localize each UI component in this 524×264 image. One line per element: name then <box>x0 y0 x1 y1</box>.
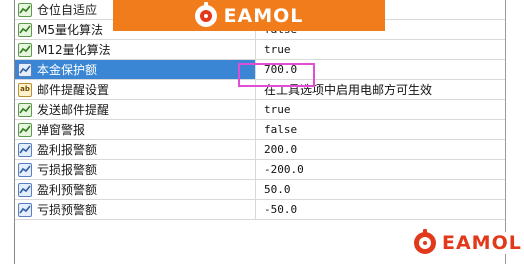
grid-right-border <box>505 0 506 264</box>
parameter-value-cell[interactable]: 50.0 <box>256 180 505 199</box>
parameter-name-label: 发送邮件提醒 <box>37 103 110 117</box>
parameter-row[interactable]: 盈利报警额 200.0 <box>15 140 505 160</box>
parameters-grid: 仓位自适应M5量化算法falseM12量化算法true本金保护额700.0ab邮… <box>15 0 505 220</box>
parameter-value-cell[interactable]: 200.0 <box>256 140 505 159</box>
parameter-name-cell[interactable]: M12量化算法 <box>15 40 256 59</box>
parameter-name-label: M5量化算法 <box>37 23 103 37</box>
parameter-name-cell[interactable]: 发送邮件提醒 <box>15 100 256 119</box>
bool-parameter-icon <box>18 42 32 57</box>
eamol-logo-icon <box>194 1 217 27</box>
highlight-annotation-box <box>238 63 315 87</box>
text-parameter-icon: ab <box>18 82 32 97</box>
bool-parameter-icon <box>18 22 32 37</box>
parameter-row[interactable]: 盈利预警额 50.0 <box>15 180 505 200</box>
parameter-value-cell[interactable]: false <box>256 120 505 139</box>
parameter-name-label: 本金保护额 <box>37 63 98 77</box>
parameter-value-cell[interactable]: -200.0 <box>256 160 505 179</box>
brand-banner: EAMOL <box>113 0 385 31</box>
parameter-value-cell[interactable]: true <box>256 100 505 119</box>
parameter-value-cell[interactable]: true <box>256 40 505 59</box>
parameter-name-cell[interactable]: 亏损预警额 <box>15 200 256 219</box>
banner-logo: EAMOL <box>194 1 304 27</box>
parameter-name-label: 仓位自适应 <box>37 3 98 17</box>
number-parameter-icon <box>18 182 32 197</box>
bool-parameter-icon <box>18 122 32 137</box>
parameter-row[interactable]: 亏损预警额 -50.0 <box>15 200 505 220</box>
parameter-name-label: 盈利报警额 <box>37 143 98 157</box>
parameter-row[interactable]: 弹窗警报 false <box>15 120 505 140</box>
parameter-name-label: 弹窗警报 <box>37 123 86 137</box>
number-parameter-icon <box>18 142 32 157</box>
parameter-name-label: 邮件提醒设置 <box>37 83 110 97</box>
number-parameter-icon <box>18 162 32 177</box>
parameters-window: 仓位自适应M5量化算法falseM12量化算法true本金保护额700.0ab邮… <box>0 0 524 264</box>
parameter-name-cell[interactable]: ab 邮件提醒设置 <box>15 80 256 99</box>
parameter-name-cell[interactable]: 弹窗警报 <box>15 120 256 139</box>
parameter-name-cell[interactable]: 盈利预警额 <box>15 180 256 199</box>
parameter-row[interactable]: M12量化算法 true <box>15 40 505 60</box>
parameter-name-label: 亏损报警额 <box>37 163 98 177</box>
eamol-logo-icon <box>414 229 436 254</box>
corner-watermark: EAMOL <box>414 229 522 254</box>
parameter-name-label: M12量化算法 <box>37 43 111 57</box>
number-parameter-icon <box>18 62 32 77</box>
banner-logo-text: EAMOL <box>223 4 304 27</box>
number-parameter-icon <box>18 202 32 217</box>
parameter-name-cell[interactable]: 亏损报警额 <box>15 160 256 179</box>
parameter-name-label: 亏损预警额 <box>37 203 98 217</box>
parameter-name-label: 盈利预警额 <box>37 183 98 197</box>
parameter-row[interactable]: 发送邮件提醒 true <box>15 100 505 120</box>
parameter-row[interactable]: 亏损报警额 -200.0 <box>15 160 505 180</box>
parameter-name-cell[interactable]: 本金保护额 <box>15 60 256 79</box>
parameter-name-cell[interactable]: 盈利报警额 <box>15 140 256 159</box>
bool-parameter-icon <box>18 102 32 117</box>
parameter-value-cell[interactable]: -50.0 <box>256 200 505 219</box>
bool-parameter-icon <box>18 2 32 17</box>
watermark-logo-text: EAMOL <box>442 232 522 254</box>
